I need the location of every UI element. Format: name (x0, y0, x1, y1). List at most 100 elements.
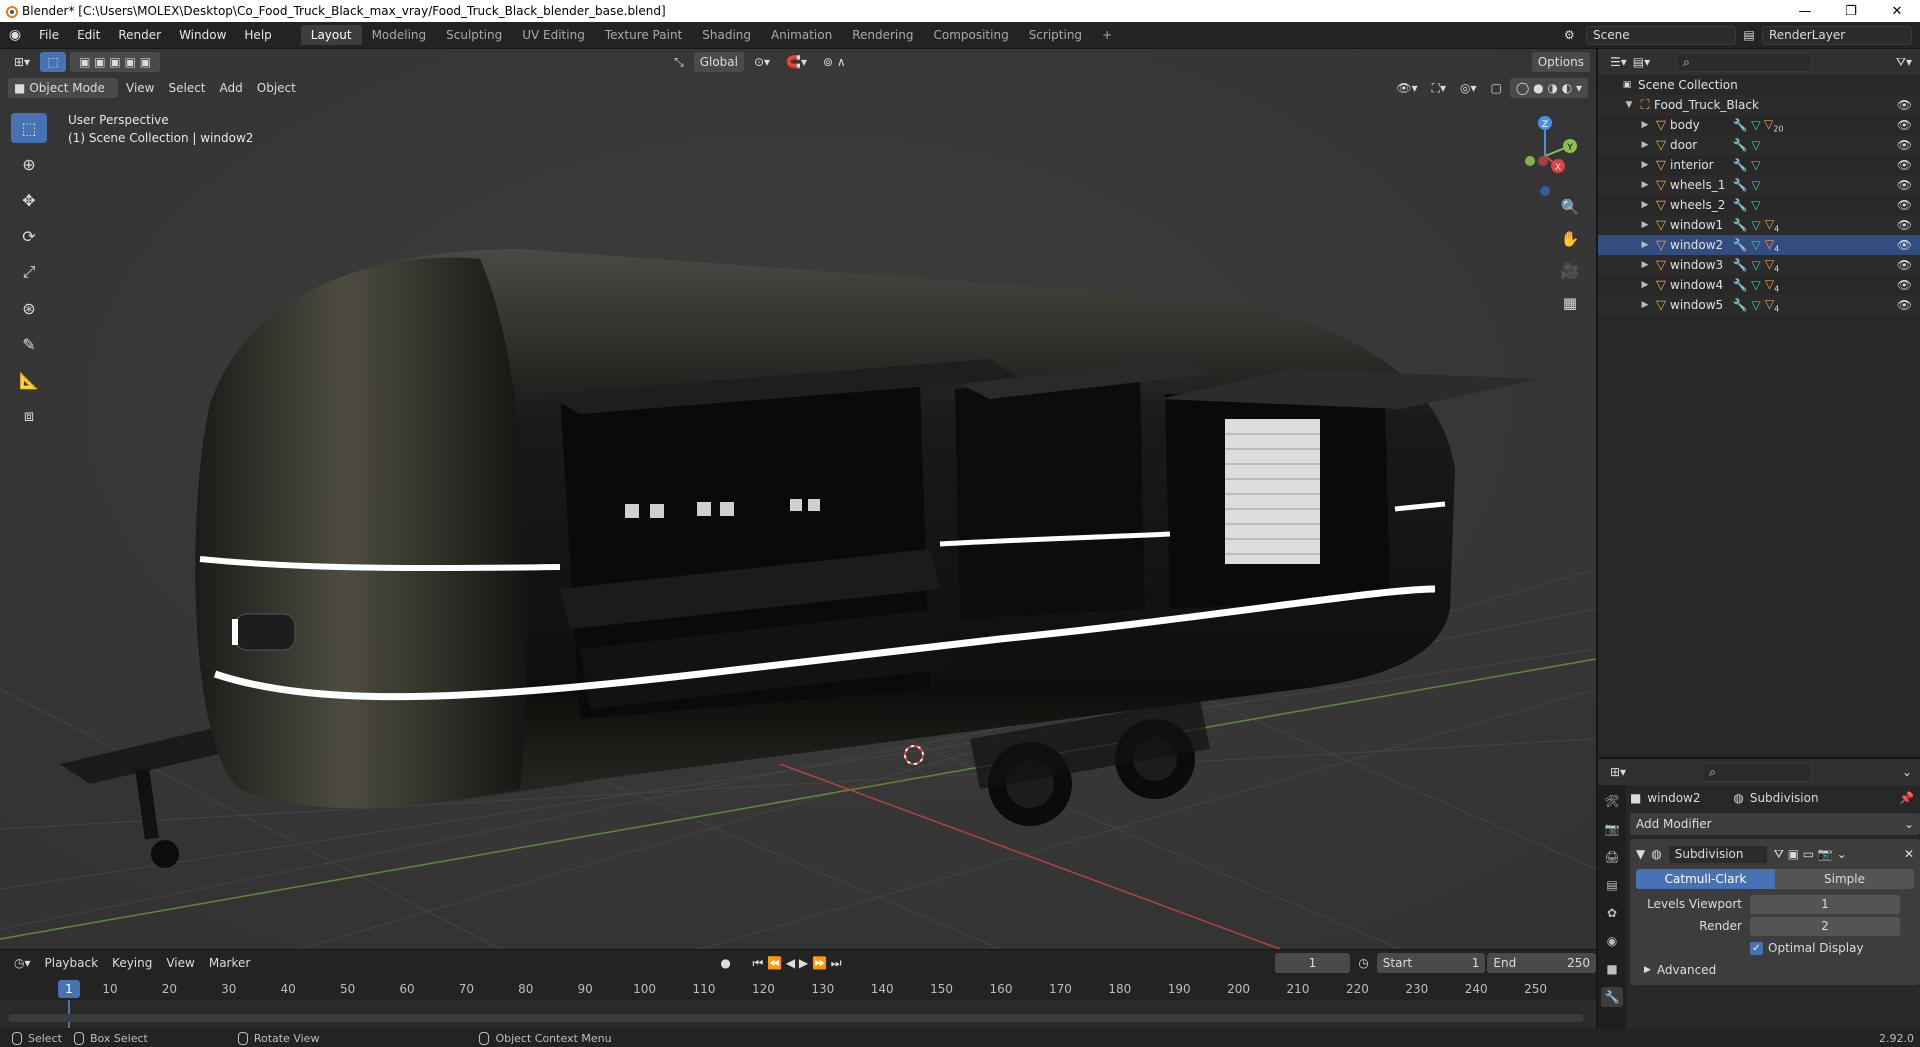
scene-collection-row[interactable]: ▣ Scene Collection (1598, 75, 1920, 95)
outliner-editor-type-icon[interactable]: ☰▾ (1610, 55, 1627, 69)
scene-field[interactable]: Scene (1586, 25, 1736, 45)
world-tab-icon[interactable]: ◉ (1601, 931, 1623, 951)
scene-tab-icon[interactable]: ✿ (1601, 903, 1623, 923)
ortho-grid-icon[interactable]: ▦ (1555, 290, 1585, 316)
checkmark-icon[interactable]: ✓ (1750, 941, 1763, 955)
mesh-data-icon[interactable]: ▽ (1748, 158, 1764, 172)
menu-timeline-view[interactable]: View (160, 953, 200, 973)
pivot-point-icon[interactable]: ⊙▾ (748, 52, 776, 72)
mesh-data-icon[interactable]: ▽ (1748, 278, 1764, 292)
tab-uv-editing[interactable]: UV Editing (512, 25, 595, 45)
outliner-object-row[interactable]: ▶ ▽ wheels_2 🔧 ▽ 👁 (1598, 195, 1920, 215)
modifier-wrench-icon[interactable]: 🔧 (1732, 138, 1748, 152)
outliner-search-input[interactable]: ⌕ (1676, 52, 1813, 72)
outliner-object-row[interactable]: ▶ ▽ wheels_1 🔧 ▽ 👁 (1598, 175, 1920, 195)
collection-row[interactable]: ▼ ⛶ Food_Truck_Black 👁 (1598, 95, 1920, 115)
visibility-icon[interactable]: 👁▾ (1390, 78, 1423, 98)
proportional-edit-icon[interactable]: ⊚ ∧ (817, 52, 852, 72)
annotate-tool-icon[interactable]: ✎ (11, 329, 47, 359)
tab-scripting[interactable]: Scripting (1019, 25, 1092, 45)
expand-right-icon[interactable]: ▶ (1638, 140, 1652, 150)
menu-playback[interactable]: Playback (39, 953, 105, 973)
xray-icon[interactable]: ▢ (1485, 78, 1508, 98)
eye-icon[interactable]: 👁 (1897, 118, 1912, 132)
timeline-scrollbar[interactable] (8, 1014, 1584, 1022)
menu-help[interactable]: Help (235, 28, 280, 42)
gizmo-toggle-icon[interactable]: ⛶▾ (1426, 78, 1452, 98)
eye-icon[interactable]: 👁 (1897, 218, 1912, 232)
collapse-chevron-icon[interactable]: ▼ (1636, 847, 1645, 861)
blender-menu-icon[interactable]: ◉ (0, 27, 30, 43)
menu-window[interactable]: Window (170, 28, 235, 42)
advanced-subpanel[interactable]: ▶ Advanced (1636, 959, 1914, 981)
display-mode-icon[interactable]: ▤▾ (1633, 55, 1650, 69)
zoom-icon[interactable]: 🔍 (1555, 194, 1585, 220)
modifier-name-field[interactable]: Subdivision (1667, 844, 1768, 864)
render-tab-icon[interactable]: 📷 (1601, 819, 1623, 839)
add-workspace-button[interactable]: + (1092, 25, 1122, 45)
eye-icon[interactable]: 👁 (1897, 178, 1912, 192)
remove-modifier-icon[interactable]: ✕ (1904, 847, 1914, 861)
modifier-toggle-icons[interactable]: ⛛ ▣ ▭ 📷 ⌄ (1774, 847, 1847, 862)
optimal-display-row[interactable]: ✓ Optimal Display (1636, 937, 1914, 959)
modifier-wrench-icon[interactable]: 🔧 (1732, 238, 1748, 252)
pan-hand-icon[interactable]: ✋ (1555, 226, 1585, 252)
tab-modeling[interactable]: Modeling (362, 25, 437, 45)
mesh-data-icon[interactable]: ▽ (1748, 298, 1764, 312)
view-layer-tab-icon[interactable]: ▤ (1601, 875, 1623, 895)
outliner-object-row[interactable]: ▶ ▽ body 🔧 ▽ ▽20 👁 (1598, 115, 1920, 135)
add-cube-tool-icon[interactable]: ⧈ (11, 401, 47, 431)
select-tool-icon[interactable]: ⬚ (40, 52, 67, 72)
eye-icon[interactable]: 👁 (1897, 98, 1912, 112)
close-button[interactable]: ✕ (1874, 0, 1920, 22)
modifier-wrench-icon[interactable]: 🔧 (1732, 218, 1748, 232)
modifier-wrench-icon[interactable]: 🔧 (1732, 178, 1748, 192)
outliner-object-row[interactable]: ▶ ▽ window4 🔧 ▽ ▽4 👁 (1598, 275, 1920, 295)
catmull-clark-button[interactable]: Catmull-Clark (1636, 869, 1775, 889)
mesh-data-icon[interactable]: ▽ (1748, 138, 1764, 152)
output-tab-icon[interactable]: 🖨 (1601, 847, 1623, 867)
rotate-tool-icon[interactable]: ⟳ (11, 221, 47, 251)
expand-right-icon[interactable]: ▶ (1638, 180, 1652, 190)
menu-render[interactable]: Render (109, 28, 170, 42)
eye-icon[interactable]: 👁 (1897, 158, 1912, 172)
object-mode-dropdown[interactable]: ■ Object Mode (8, 78, 118, 98)
menu-view[interactable]: View (120, 78, 160, 98)
end-frame-field[interactable]: End 250 (1487, 953, 1596, 973)
eye-icon[interactable]: 👁 (1897, 258, 1912, 272)
playhead[interactable]: 1 (58, 980, 80, 998)
render-levels-field[interactable]: 2 (1750, 916, 1900, 936)
move-tool-icon[interactable]: ✥ (11, 185, 47, 215)
expand-right-icon[interactable]: ▶ (1638, 160, 1652, 170)
timeline-ruler[interactable]: 1 10 20 30 40 50 60 70 80 90 100 110 120 130 140 150 16… (0, 978, 1596, 1000)
modifier-wrench-icon[interactable]: 🔧 (1732, 198, 1748, 212)
material-icon[interactable]: ▽20 (1764, 117, 1783, 133)
eye-icon[interactable]: 👁 (1897, 298, 1912, 312)
menu-object[interactable]: Object (251, 78, 302, 98)
preview-range-icon[interactable]: ◷ (1352, 953, 1374, 973)
cursor-tool-icon[interactable]: ⊕ (11, 149, 47, 179)
menu-edit[interactable]: Edit (68, 28, 109, 42)
modifier-wrench-icon[interactable]: 🔧 (1732, 258, 1748, 272)
outliner-object-row[interactable]: ▶ ▽ window2 🔧 ▽ ▽4 👁 (1598, 235, 1920, 255)
material-icon[interactable]: ▽4 (1764, 217, 1780, 233)
overlay-toggle-icon[interactable]: ◎▾ (1454, 78, 1483, 98)
tab-texture-paint[interactable]: Texture Paint (595, 25, 692, 45)
material-icon[interactable]: ▽4 (1764, 237, 1780, 253)
mesh-data-icon[interactable]: ▽ (1748, 238, 1764, 252)
menu-marker[interactable]: Marker (203, 953, 256, 973)
eye-icon[interactable]: 👁 (1897, 278, 1912, 292)
simple-button[interactable]: Simple (1775, 869, 1914, 889)
outliner-object-row[interactable]: ▶ ▽ window1 🔧 ▽ ▽4 👁 (1598, 215, 1920, 235)
levels-viewport-field[interactable]: 1 (1750, 894, 1900, 914)
minimize-button[interactable]: — (1782, 0, 1828, 22)
properties-editor-type-icon[interactable]: ⊞▾ (1610, 765, 1626, 779)
menu-select[interactable]: Select (162, 78, 211, 98)
menu-keying[interactable]: Keying (106, 953, 158, 973)
modifier-wrench-icon[interactable]: 🔧 (1732, 158, 1748, 172)
tab-rendering[interactable]: Rendering (842, 25, 923, 45)
mesh-data-icon[interactable]: ▽ (1748, 178, 1764, 192)
tool-tab-icon[interactable]: 🛠 (1601, 791, 1623, 811)
maximize-button[interactable]: ❐ (1828, 0, 1874, 22)
shading-mode-icons[interactable]: ◯ ● ◑ ◐ ▾ (1509, 78, 1588, 98)
